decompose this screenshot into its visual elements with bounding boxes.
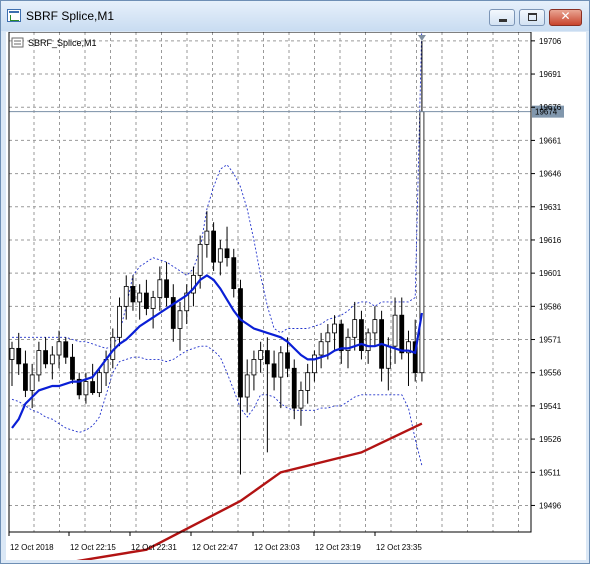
candle-body (311, 354, 317, 374)
candle-body (63, 341, 69, 358)
candle-body (29, 374, 35, 391)
candle-body (392, 314, 398, 347)
x-tick-label: 12 Oct 23:03 (254, 543, 300, 552)
candle-body (157, 279, 163, 298)
candle-body (231, 257, 237, 290)
candle-body (23, 363, 28, 391)
maximize-button[interactable] (519, 9, 545, 26)
chart-axes: 19706 19691 19676 19661 19646 19631 19616 19601… (8, 32, 562, 552)
last-bar-marker (417, 35, 426, 41)
maximize-icon (528, 13, 537, 21)
close-button[interactable]: ✕ (549, 9, 582, 26)
x-tick-label: 12 Oct 22:31 (131, 543, 177, 552)
candle-body (359, 319, 364, 351)
y-tick-label: 19706 (539, 37, 562, 46)
candle-body (271, 363, 277, 378)
candle-body (90, 381, 96, 394)
candle-body (258, 350, 264, 360)
minimize-button[interactable] (489, 9, 515, 26)
y-tick-label: 19646 (539, 170, 562, 179)
symbol-label-group: SBRF_Splice,M1 (11, 37, 97, 48)
y-tick-label: 19556 (539, 369, 562, 378)
symbol-icon (11, 37, 24, 48)
candlestick-chart[interactable]: 19674 1970619691196761966119646196311961… (6, 32, 586, 560)
candle-body (36, 350, 42, 376)
y-tick-label: 19676 (539, 103, 562, 112)
candle-body (130, 286, 136, 303)
candle-body (117, 305, 122, 338)
candle-body (251, 359, 257, 376)
x-tick-label: 12 Oct 22:47 (192, 543, 238, 552)
x-tick-label: 12 Oct 22:15 (70, 543, 116, 552)
slow-moving-average (76, 422, 423, 560)
y-tick-label: 19616 (539, 236, 562, 245)
x-tick-label: 12 Oct 2018 (10, 543, 54, 552)
y-tick-label: 19526 (539, 435, 562, 444)
candle-body (305, 372, 311, 391)
candles (9, 40, 425, 475)
y-tick-label: 19541 (539, 402, 562, 411)
candle-body (16, 347, 22, 365)
candle-body (291, 367, 297, 409)
x-tick-label: 12 Oct 23:19 (315, 543, 361, 552)
candle-body (70, 356, 75, 380)
candle-body (338, 323, 344, 351)
candle-body (217, 248, 223, 263)
y-tick-label: 19631 (539, 203, 562, 212)
y-tick-label: 19496 (539, 501, 562, 510)
candle-body (372, 319, 378, 334)
title-bar[interactable]: SBRF Splice,M1 ✕ (1, 1, 589, 31)
symbol-label: SBRF_Splice,M1 (28, 38, 97, 48)
chart-window-icon (7, 9, 21, 22)
candle-body (298, 390, 304, 409)
candle-body (385, 345, 391, 369)
slow-ma-line (76, 422, 423, 560)
candle-body (365, 332, 371, 351)
fast-moving-average (11, 274, 423, 429)
candle-body (332, 323, 337, 334)
candle-body (177, 310, 183, 329)
candle-body (325, 332, 331, 343)
candle-body (419, 111, 425, 374)
candle-body (83, 381, 89, 396)
candle-body (56, 341, 62, 356)
candle-body (9, 347, 15, 360)
fast-ma-line (11, 274, 423, 429)
candle-body (43, 350, 48, 365)
candle-body (244, 374, 250, 398)
candle-body (352, 319, 358, 338)
candle-body (318, 341, 324, 356)
envelope-bands (11, 32, 423, 466)
candle-body (238, 288, 243, 398)
y-tick-label: 19691 (539, 70, 562, 79)
window-title: SBRF Splice,M1 (26, 9, 115, 23)
chart-grid (9, 32, 531, 532)
candle-body (49, 354, 55, 365)
candle-body (211, 230, 217, 263)
candle-body (137, 292, 143, 303)
candle-body (150, 297, 156, 309)
upper-band-line (12, 32, 423, 349)
candle-body (204, 230, 210, 245)
candle-body (399, 314, 405, 354)
x-tick-label: 12 Oct 23:35 (376, 543, 422, 552)
candle-body (96, 372, 102, 394)
chart-area[interactable]: 19674 19706 19691 19676 19661 19646 19631 1961… (6, 32, 586, 560)
candle-body (285, 352, 290, 369)
candle-body (164, 279, 169, 298)
close-icon: ✕ (560, 9, 571, 23)
y-tick-label: 19601 (539, 269, 562, 278)
y-tick-label: 19511 (539, 468, 561, 477)
candle-body (224, 248, 230, 259)
candle-body (197, 243, 203, 276)
y-tick-label: 19586 (539, 302, 562, 311)
minimize-icon (499, 19, 507, 22)
candle-body (123, 286, 129, 307)
candle-body (278, 352, 284, 378)
candle-body (143, 292, 149, 309)
y-tick-label: 19571 (539, 336, 562, 345)
candle-body (264, 350, 270, 365)
chart-window: SBRF Splice,M1 ✕ 19674 19706 19691 19676 19… (0, 0, 590, 564)
y-tick-label: 19661 (539, 136, 562, 145)
